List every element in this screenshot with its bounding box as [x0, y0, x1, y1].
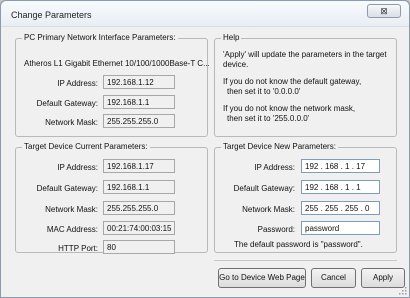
new-params-legend: Target Device New Parameters: [221, 142, 338, 151]
current-port-label: HTTP Port: [58, 244, 98, 253]
new-mask-label: Network Mask: [242, 205, 295, 214]
help-text-line: then set it to '255.0.0.0' [227, 114, 310, 123]
pc-gateway-field: 192.168.1.1 [103, 95, 175, 109]
password-input[interactable]: password [301, 221, 380, 235]
current-ip-label: IP Address: [57, 163, 98, 172]
new-gateway-input[interactable]: 192 . 168 . 1 . 1 [301, 180, 380, 194]
help-text-line: then set it to '0.0.0.0' [227, 87, 301, 96]
current-gateway-field: 192.168.1.1 [103, 180, 175, 194]
pc-ip-field: 192.168.1.12 [103, 75, 175, 89]
help-text-line: 'Apply' will update the parameters in th… [223, 50, 387, 59]
close-button[interactable]: ⊠ [367, 4, 401, 18]
button-area-divider [214, 260, 397, 261]
new-mask-input[interactable]: 255 . 255 . 255 . 0 [301, 201, 380, 215]
pc-mask-field: 255.255.255.0 [103, 114, 175, 128]
new-ip-input[interactable]: 192 . 168 . 1 . 17 [301, 159, 380, 173]
pc-ip-label: IP Address: [57, 79, 98, 88]
pc-mask-label: Network Mask: [45, 118, 98, 127]
close-icon: ⊠ [380, 6, 388, 16]
resize-grip-icon[interactable] [397, 285, 407, 295]
network-adapter-name: Atheros L1 Gigabit Ethernet 10/100/1000B… [24, 59, 210, 68]
cancel-button[interactable]: Cancel [311, 268, 356, 288]
help-group: Help 'Apply' will update the parameters … [214, 33, 397, 137]
current-mac-label: MAC Address: [46, 225, 98, 234]
pc-gateway-label: Default Gateway: [36, 99, 98, 108]
title-bar: Change Parameters ⊠ [1, 1, 409, 27]
go-to-web-page-button[interactable]: Go to Device Web Page [218, 268, 306, 288]
current-params-legend: Target Device Current Parameters: [22, 142, 150, 151]
help-text-line: If you do not know the default gateway, [223, 77, 362, 86]
change-parameters-dialog: Change Parameters ⊠ PC Primary Network I… [0, 0, 410, 298]
pc-network-legend: PC Primary Network Interface Parameters: [22, 33, 178, 42]
new-gateway-label: Default Gateway: [233, 184, 295, 193]
password-label: Password: [257, 225, 295, 234]
new-params-group: Target Device New Parameters: IP Address… [214, 142, 397, 253]
pc-network-group: PC Primary Network Interface Parameters:… [15, 33, 210, 137]
window-title: Change Parameters [11, 10, 92, 20]
current-mac-field: 00:21:74:00:03:15 [103, 221, 175, 235]
current-ip-field: 192.168.1.17 [103, 159, 175, 173]
current-mask-label: Network Mask: [45, 205, 98, 214]
help-legend: Help [221, 33, 242, 42]
current-port-field: 80 [103, 240, 175, 254]
default-password-note: The default password is "password". [234, 240, 363, 249]
current-mask-field: 255.255.255.0 [103, 201, 175, 215]
new-ip-label: IP Address: [254, 163, 295, 172]
help-text-line: If you do not know the network mask, [223, 104, 356, 113]
current-params-group: Target Device Current Parameters: IP Add… [15, 142, 208, 254]
current-gateway-label: Default Gateway: [36, 184, 98, 193]
help-text-line: device. [223, 60, 249, 69]
